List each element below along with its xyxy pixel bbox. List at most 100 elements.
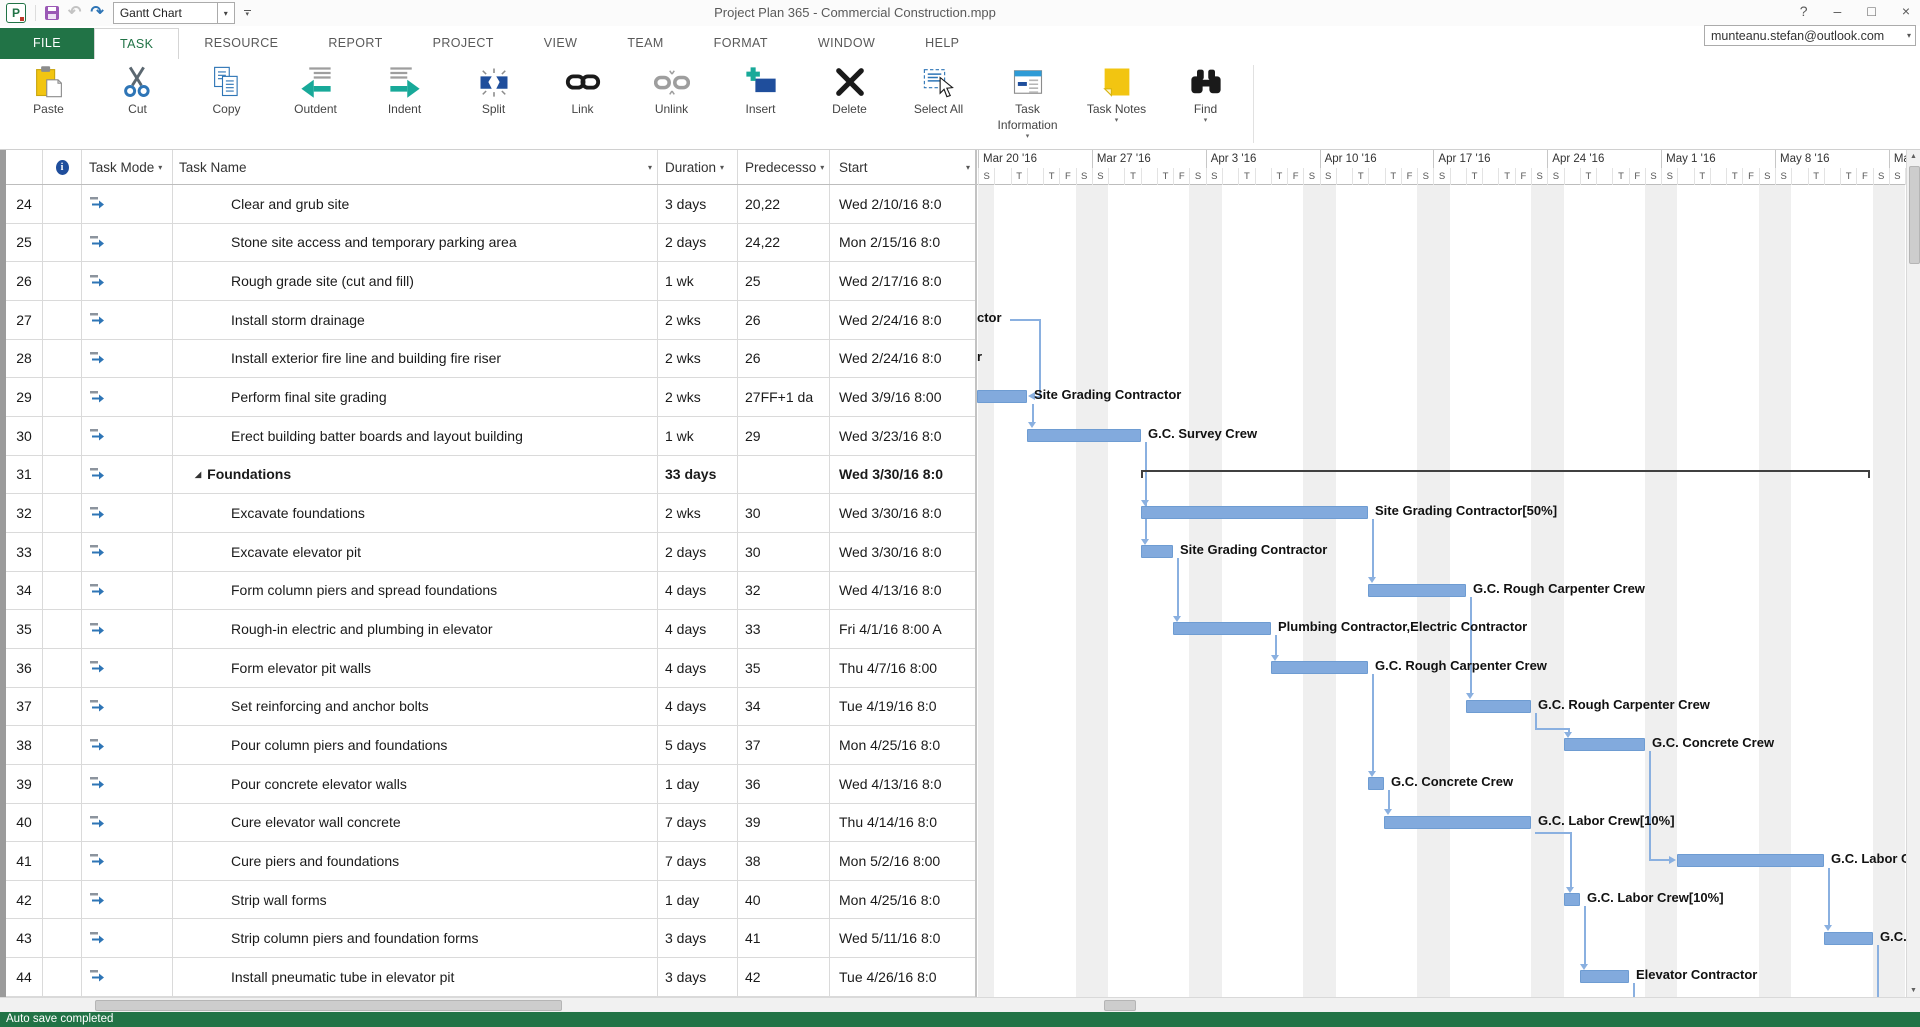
task-name-cell[interactable]: Cure piers and foundations [173,842,658,880]
info-cell[interactable] [43,804,82,842]
info-cell[interactable] [43,881,82,919]
start-cell[interactable]: Mon 4/25/16 8:0 [830,881,975,919]
predecessors-cell[interactable]: 35 [738,649,830,687]
info-cell[interactable] [43,610,82,648]
table-row[interactable]: 37Set reinforcing and anchor bolts4 days… [6,688,975,727]
duration-cell[interactable]: 3 days [658,185,738,223]
row-number-cell[interactable]: 43 [6,919,43,957]
predecessors-cell[interactable]: 36 [738,765,830,803]
info-cell[interactable] [43,842,82,880]
start-header[interactable]: Start▾ [830,150,975,184]
scroll-down-icon[interactable]: ▼ [1907,987,1920,994]
duration-cell[interactable]: 2 wks [658,378,738,416]
outdent-button[interactable]: Outdent [271,63,360,141]
gantt-bar[interactable] [1824,932,1873,945]
duration-cell[interactable]: 2 wks [658,494,738,532]
delete-button[interactable]: Delete [805,63,894,141]
predecessors-cell[interactable]: 24,22 [738,224,830,262]
start-cell[interactable]: Tue 4/26/16 8:0 [830,958,975,996]
start-cell[interactable]: Mon 4/25/16 8:0 [830,726,975,764]
task-mode-cell[interactable] [82,378,173,416]
task-name-cell[interactable]: Form elevator pit walls [173,649,658,687]
predecessors-cell[interactable]: 32 [738,572,830,610]
task-name-cell[interactable]: Form column piers and spread foundations [173,572,658,610]
start-cell[interactable]: Wed 3/30/16 8:0 [830,533,975,571]
close-button[interactable]: × [1902,3,1910,19]
duration-cell[interactable]: 2 wks [658,301,738,339]
task-name-cell[interactable]: Set reinforcing and anchor bolts [173,688,658,726]
info-cell[interactable] [43,572,82,610]
info-cell[interactable] [43,688,82,726]
task-name-cell[interactable]: Strip column piers and foundation forms [173,919,658,957]
gantt-bar[interactable] [1368,584,1466,597]
info-cell[interactable] [43,301,82,339]
filter-chevron-icon[interactable]: ▾ [820,163,824,172]
info-cell[interactable] [43,417,82,455]
task-information-button[interactable]: TaskInformation▾ [983,63,1072,141]
info-cell[interactable] [43,456,82,494]
task-mode-cell[interactable] [82,340,173,378]
predecessors-cell[interactable]: 29 [738,417,830,455]
gantt-bar[interactable] [1677,854,1824,867]
gantt-bar[interactable] [1141,545,1173,558]
task-mode-cell[interactable] [82,649,173,687]
row-number-cell[interactable]: 32 [6,494,43,532]
tab-file[interactable]: FILE [0,28,94,59]
row-number-cell[interactable]: 41 [6,842,43,880]
start-cell[interactable]: Wed 3/9/16 8:00 [830,378,975,416]
row-number-cell[interactable]: 40 [6,804,43,842]
start-cell[interactable]: Mon 5/2/16 8:00 [830,842,975,880]
table-row[interactable]: 31◢Foundations33 daysWed 3/30/16 8:0 [6,456,975,495]
duration-cell[interactable]: 4 days [658,649,738,687]
tab-report[interactable]: REPORT [303,28,407,59]
table-row[interactable]: 40Cure elevator wall concrete7 days39Thu… [6,804,975,843]
predecessors-cell[interactable]: 38 [738,842,830,880]
row-number-cell[interactable]: 30 [6,417,43,455]
duration-cell[interactable]: 2 wks [658,340,738,378]
task-mode-cell[interactable] [82,494,173,532]
task-mode-cell[interactable] [82,842,173,880]
predecessors-header[interactable]: Predecesso▾ [738,150,830,184]
duration-cell[interactable]: 3 days [658,958,738,996]
info-cell[interactable] [43,224,82,262]
row-number-cell[interactable]: 27 [6,301,43,339]
minimize-button[interactable]: – [1834,3,1842,19]
gantt-bar[interactable] [1466,700,1531,713]
task-name-cell[interactable]: Rough-in electric and plumbing in elevat… [173,610,658,648]
gantt-bar[interactable] [1564,738,1645,751]
table-row[interactable]: 24Clear and grub site3 days20,22Wed 2/10… [6,185,975,224]
row-number-cell[interactable]: 39 [6,765,43,803]
indent-button[interactable]: Indent [360,63,449,141]
info-cell[interactable] [43,649,82,687]
predecessors-cell[interactable]: 37 [738,726,830,764]
insert-button[interactable]: Insert [716,63,805,141]
row-number-cell[interactable]: 24 [6,185,43,223]
table-row[interactable]: 36Form elevator pit walls4 days35Thu 4/7… [6,649,975,688]
task-mode-cell[interactable] [82,804,173,842]
duration-cell[interactable]: 1 wk [658,262,738,300]
duration-cell[interactable]: 1 wk [658,417,738,455]
duration-cell[interactable]: 4 days [658,610,738,648]
paste-button[interactable]: Paste [4,63,93,141]
duration-cell[interactable]: 2 days [658,533,738,571]
table-row[interactable]: 33Excavate elevator pit2 days30Wed 3/30/… [6,533,975,572]
task-mode-header[interactable]: Task Mode▾ [82,150,173,184]
table-row[interactable]: 28Install exterior fire line and buildin… [6,340,975,379]
task-mode-cell[interactable] [82,456,173,494]
duration-cell[interactable]: 7 days [658,842,738,880]
help-button[interactable]: ? [1800,3,1808,19]
tab-help[interactable]: HELP [900,28,984,59]
gantt-bar[interactable] [1368,777,1384,790]
task-name-cell[interactable]: Excavate elevator pit [173,533,658,571]
task-name-cell[interactable]: Perform final site grading [173,378,658,416]
predecessors-cell[interactable]: 34 [738,688,830,726]
info-cell[interactable] [43,919,82,957]
task-name-cell[interactable]: Erect building batter boards and layout … [173,417,658,455]
start-cell[interactable]: Mon 2/15/16 8:0 [830,224,975,262]
predecessors-cell[interactable]: 42 [738,958,830,996]
table-row[interactable]: 29Perform final site grading2 wks27FF+1 … [6,378,975,417]
duration-cell[interactable]: 1 day [658,765,738,803]
row-number-cell[interactable]: 44 [6,958,43,996]
table-row[interactable]: 44Install pneumatic tube in elevator pit… [6,958,975,997]
tab-project[interactable]: PROJECT [408,28,519,59]
